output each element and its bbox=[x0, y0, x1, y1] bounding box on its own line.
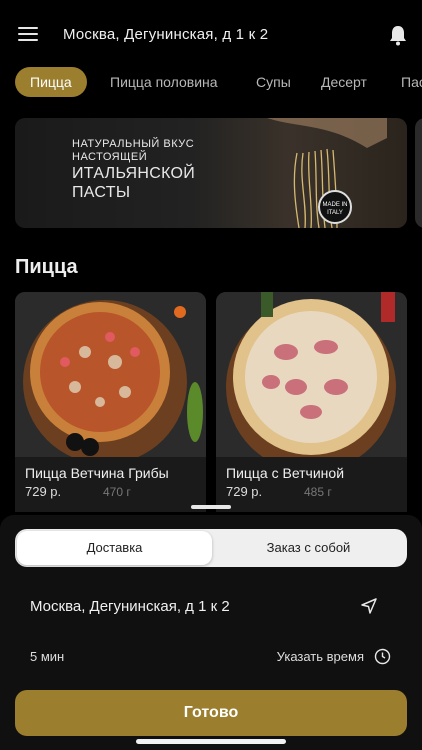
pickup-tab[interactable]: Заказ с собой bbox=[212, 531, 405, 565]
tab-dessert[interactable]: Десерт bbox=[321, 67, 367, 97]
pasta-image bbox=[267, 118, 387, 228]
banner-line-2: настоящей bbox=[72, 151, 148, 163]
product-card[interactable]: Пицца с Ветчиной 729 р. 485 г bbox=[216, 292, 407, 512]
banner-line-3: итальянской bbox=[72, 165, 196, 182]
set-time-link[interactable]: Указать время bbox=[277, 649, 364, 664]
product-card[interactable]: Пицца Ветчина Грибы 729 р. 470 г bbox=[15, 292, 206, 512]
location-arrow-icon[interactable] bbox=[360, 597, 378, 615]
app-header: Москва, Дегунинская, д 1 к 2 bbox=[0, 0, 422, 60]
tab-pizza-half[interactable]: Пицца половина bbox=[110, 67, 218, 97]
made-in-italy-badge: MADE IN ITALY bbox=[318, 190, 352, 224]
bell-icon[interactable] bbox=[388, 24, 408, 46]
banner-line-1: Натуральный вкус bbox=[72, 138, 195, 150]
promo-banner[interactable]: Натуральный вкус настоящей итальянской п… bbox=[15, 118, 407, 228]
product-weight: 470 г bbox=[103, 485, 131, 499]
sheet-grabber[interactable] bbox=[191, 505, 231, 509]
section-title: Пицца bbox=[15, 256, 78, 278]
product-price: 729 р. bbox=[25, 484, 62, 499]
delivery-mode-toggle: Доставка Заказ с собой bbox=[15, 529, 407, 567]
done-button[interactable]: Готово bbox=[15, 690, 407, 736]
banner-line-4: пасты bbox=[72, 184, 131, 201]
delivery-eta: 5 мин bbox=[30, 649, 65, 664]
next-banner-peek[interactable] bbox=[415, 118, 422, 228]
pizza-image bbox=[216, 292, 407, 457]
clock-icon[interactable] bbox=[374, 648, 391, 665]
product-weight: 485 г bbox=[304, 485, 332, 499]
hamburger-menu-icon[interactable] bbox=[18, 27, 38, 41]
delivery-address[interactable]: Москва, Дегунинская, д 1 к 2 bbox=[30, 598, 230, 615]
header-address[interactable]: Москва, Дегунинская, д 1 к 2 bbox=[63, 26, 268, 43]
product-price: 729 р. bbox=[226, 484, 263, 499]
tab-pizza[interactable]: Пицца bbox=[15, 67, 87, 97]
product-name: Пицца Ветчина Грибы bbox=[25, 465, 169, 481]
tab-soups[interactable]: Супы bbox=[256, 67, 291, 97]
pizza-image bbox=[15, 292, 206, 457]
delivery-tab[interactable]: Доставка bbox=[17, 531, 212, 565]
banner-text: Натуральный вкус настоящей итальянской п… bbox=[72, 138, 195, 202]
tab-pasta[interactable]: Пас bbox=[401, 67, 422, 97]
category-tabs: Пицца Пицца половина Супы Десерт Пас bbox=[0, 67, 422, 99]
product-name: Пицца с Ветчиной bbox=[226, 465, 345, 481]
home-indicator bbox=[136, 739, 286, 744]
